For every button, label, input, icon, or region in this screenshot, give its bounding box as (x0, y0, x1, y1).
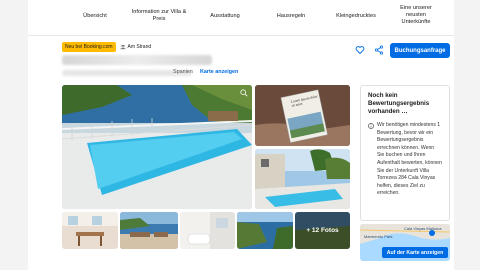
photo-pool[interactable] (255, 149, 350, 209)
booking-request-button[interactable]: Buchungsanfrage (390, 43, 450, 58)
show-map-link[interactable]: Karte anzeigen (200, 69, 238, 75)
thumb-bathroom[interactable] (180, 212, 235, 249)
nav-item-facilities[interactable]: Ausstattung (202, 13, 248, 20)
beach-icon (120, 44, 125, 50)
thumb-sea-view[interactable] (237, 212, 293, 249)
address-country: Spanien (173, 69, 193, 75)
share-icon[interactable] (374, 45, 384, 55)
top-nav: Übersicht Information zur Villa & Preis … (28, 0, 454, 36)
photo-book[interactable]: Lorem Ipsum dolor sit amet (255, 85, 350, 146)
beach-label: Am Strand (127, 44, 152, 50)
more-photos-label[interactable]: + 12 Fotos (295, 212, 350, 249)
property-title-blurred (62, 55, 212, 65)
review-info: Wir benötigen mindestens 1 Bewertung, be… (368, 122, 442, 198)
sea-view-image (237, 212, 293, 249)
pool-image (255, 149, 350, 209)
page: Übersicht Information zur Villa & Preis … (28, 0, 454, 270)
thumb-more-photos[interactable]: + 12 Fotos (295, 212, 350, 249)
review-panel: Noch kein Bewertungsergebnis vorhanden …… (360, 85, 450, 221)
pool-sea-image (62, 85, 252, 209)
info-icon (368, 123, 374, 129)
nav-item-house-rules[interactable]: Hausregeln (271, 13, 311, 20)
beach-badge: Am Strand (120, 44, 152, 50)
expand-icon[interactable] (240, 89, 248, 97)
map-preview[interactable]: Cala Vinyas Mallorca Marmendu Park Auf d… (360, 224, 450, 261)
nav-item-info-price[interactable]: Information zur Villa & Preis (129, 9, 189, 23)
nav-item-overview[interactable]: Übersicht (78, 13, 112, 20)
show-on-map-button[interactable]: Auf der Karte anzeigen (382, 247, 448, 258)
nav-item-newest[interactable]: Eine unserer neusten Unterkünfte (392, 5, 440, 26)
main-photo[interactable] (62, 85, 252, 209)
dining-image (62, 212, 118, 249)
thumb-terrace[interactable] (120, 212, 178, 249)
thumb-dining[interactable] (62, 212, 118, 249)
badge-row: Neu bei Booking.com Am Strand (62, 41, 151, 53)
bathroom-image (180, 212, 235, 249)
book-image (255, 85, 350, 146)
new-badge: Neu bei Booking.com (62, 42, 116, 52)
map-label-cala-vinyas: Cala Vinyas Mallorca (404, 226, 442, 231)
review-info-text: Wir benötigen mindestens 1 Bewertung, be… (377, 122, 442, 197)
nav-item-fine-print[interactable]: Kleingedrucktes (328, 13, 384, 20)
map-label-park: Marmendu Park (364, 234, 393, 239)
review-title: Noch kein Bewertungsergebnis vorhanden … (368, 92, 430, 115)
heart-icon[interactable] (355, 45, 365, 55)
terrace-image (120, 212, 178, 249)
